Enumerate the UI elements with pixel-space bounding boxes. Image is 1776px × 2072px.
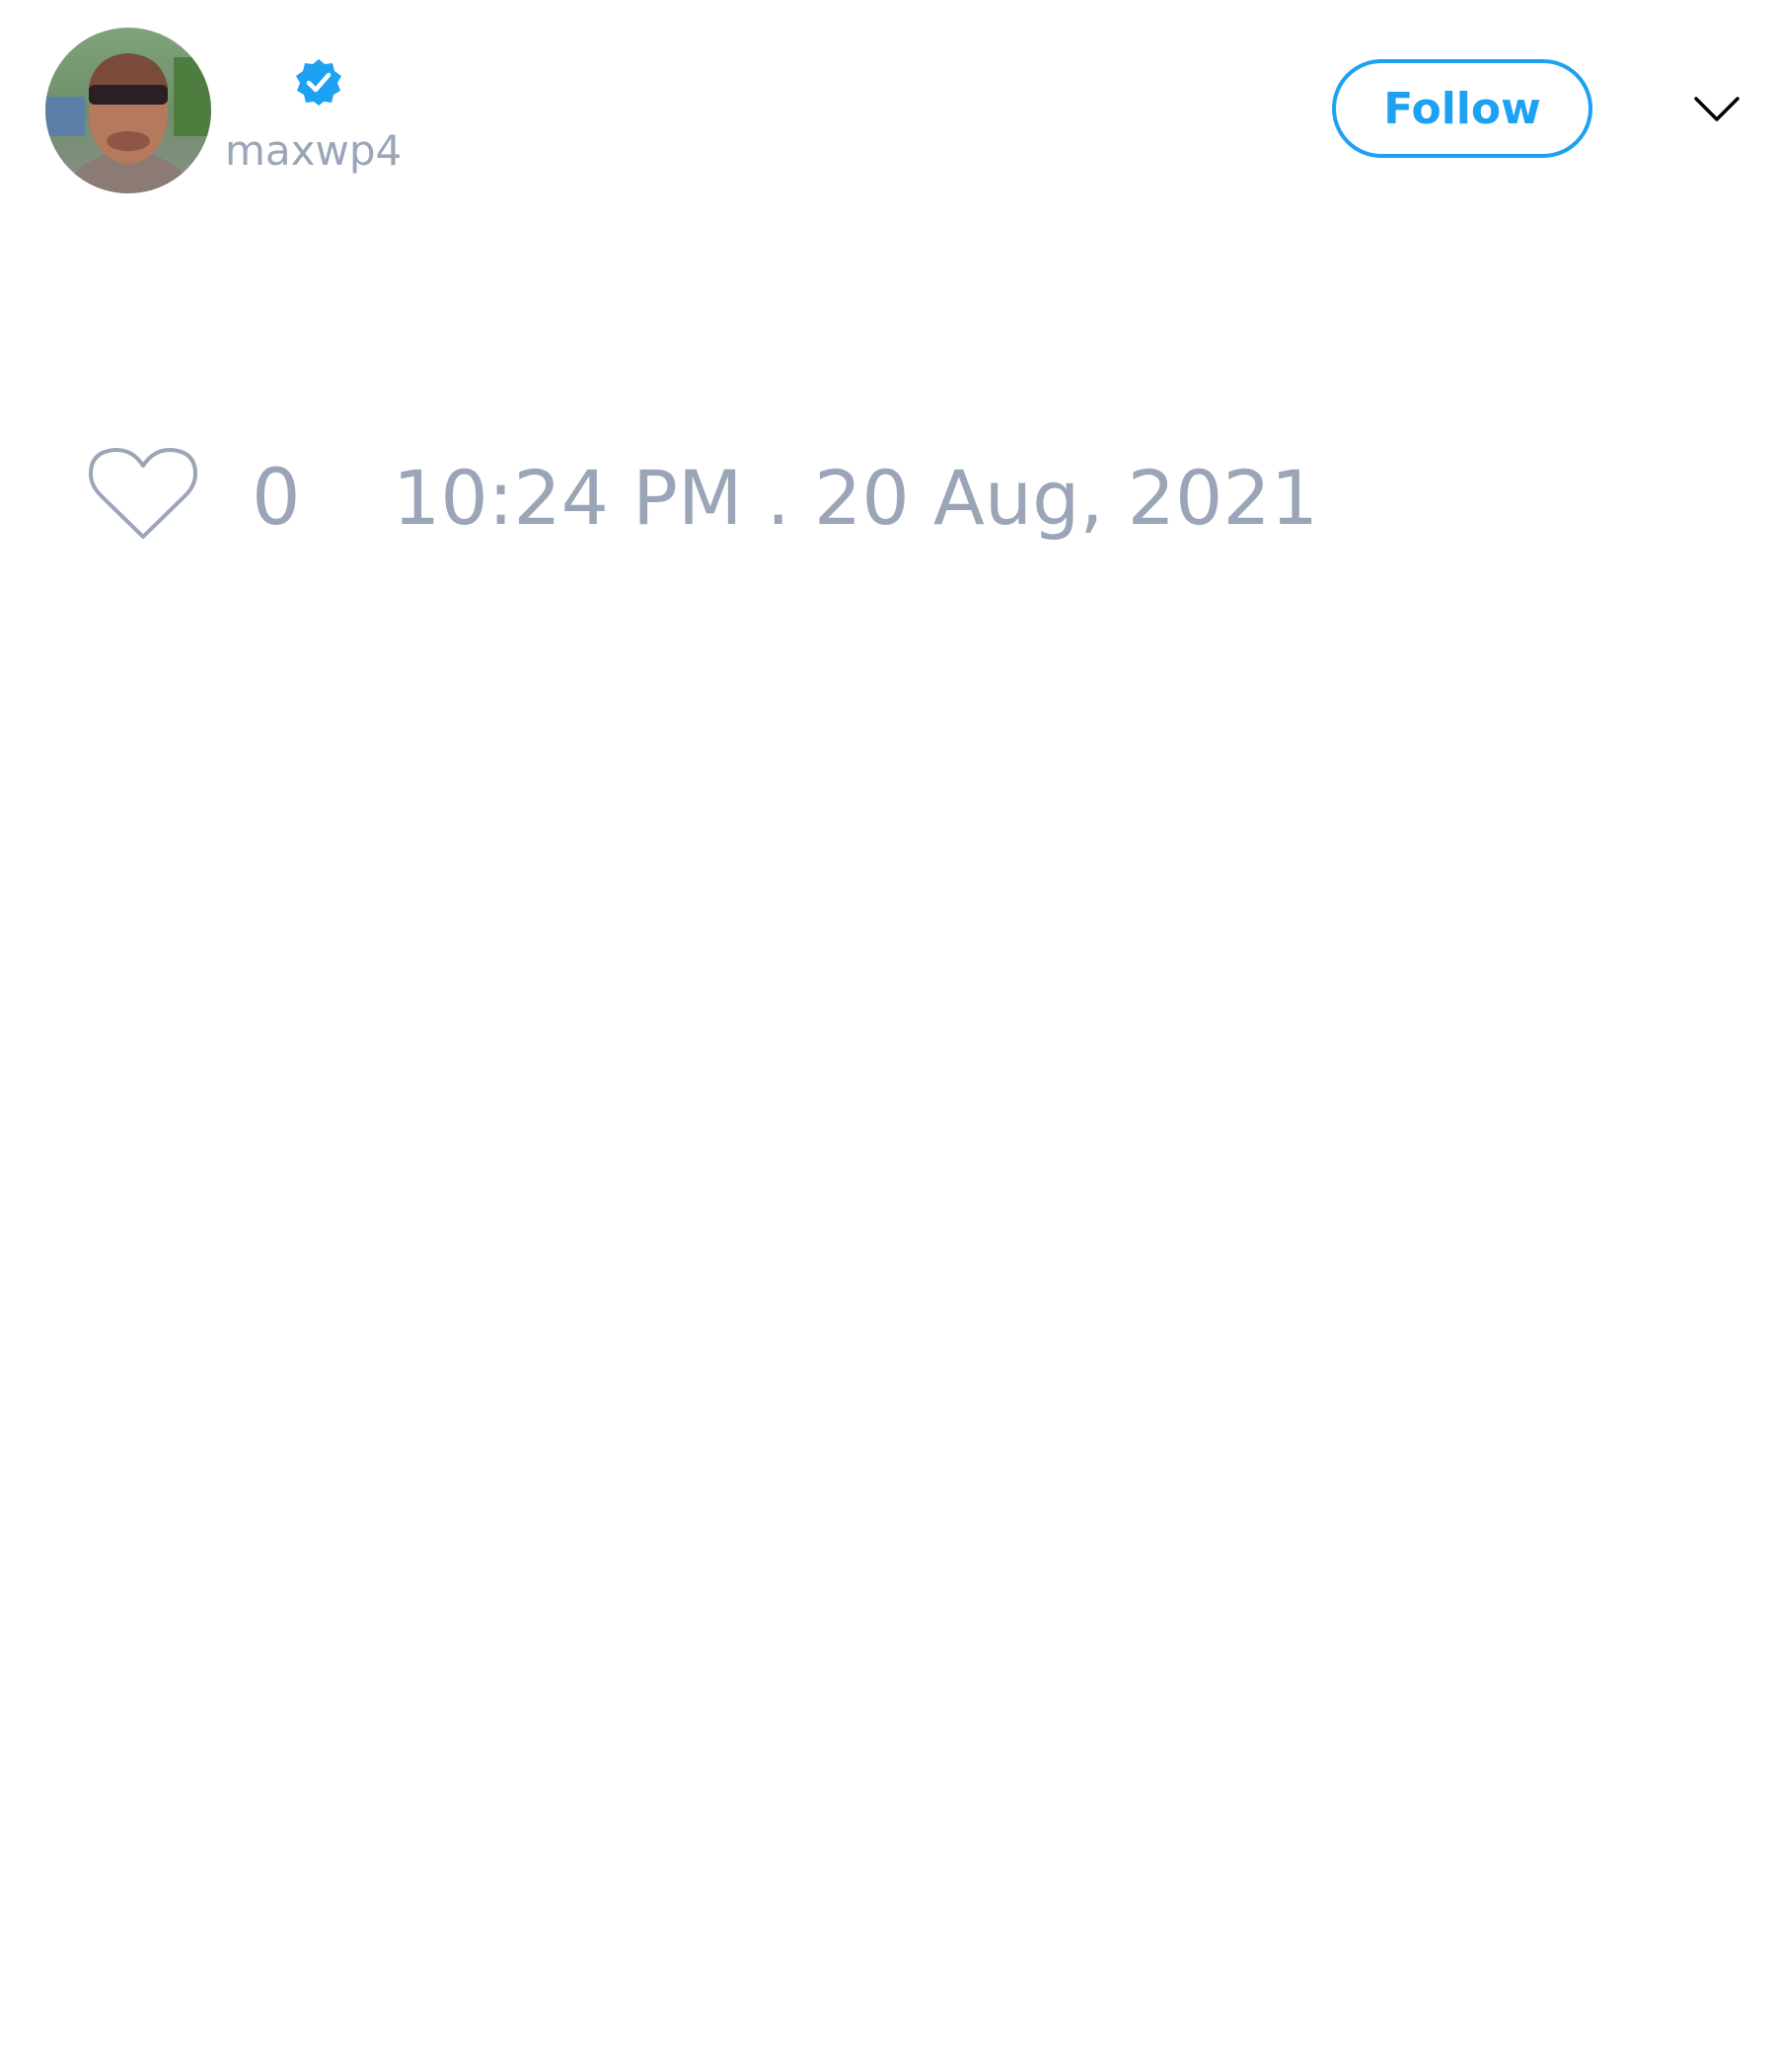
tweet-embed-card: maxwp4 Follow 0 10:24 PM . 20 Aug, 2021 <box>0 0 1776 2072</box>
heart-icon[interactable] <box>89 446 197 543</box>
like-count: 0 <box>252 454 301 543</box>
follow-button[interactable]: Follow <box>1332 59 1592 158</box>
tweet-header: maxwp4 Follow <box>0 0 1776 217</box>
tweet-footer: 0 10:24 PM . 20 Aug, 2021 <box>0 434 1776 553</box>
chevron-down-icon[interactable] <box>1693 95 1740 124</box>
avatar-photo-icon <box>45 28 211 193</box>
user-handle[interactable]: maxwp4 <box>225 126 402 176</box>
verified-badge-icon <box>294 57 343 107</box>
tweet-timestamp[interactable]: 10:24 PM . 20 Aug, 2021 <box>393 454 1318 543</box>
avatar[interactable] <box>45 28 211 193</box>
